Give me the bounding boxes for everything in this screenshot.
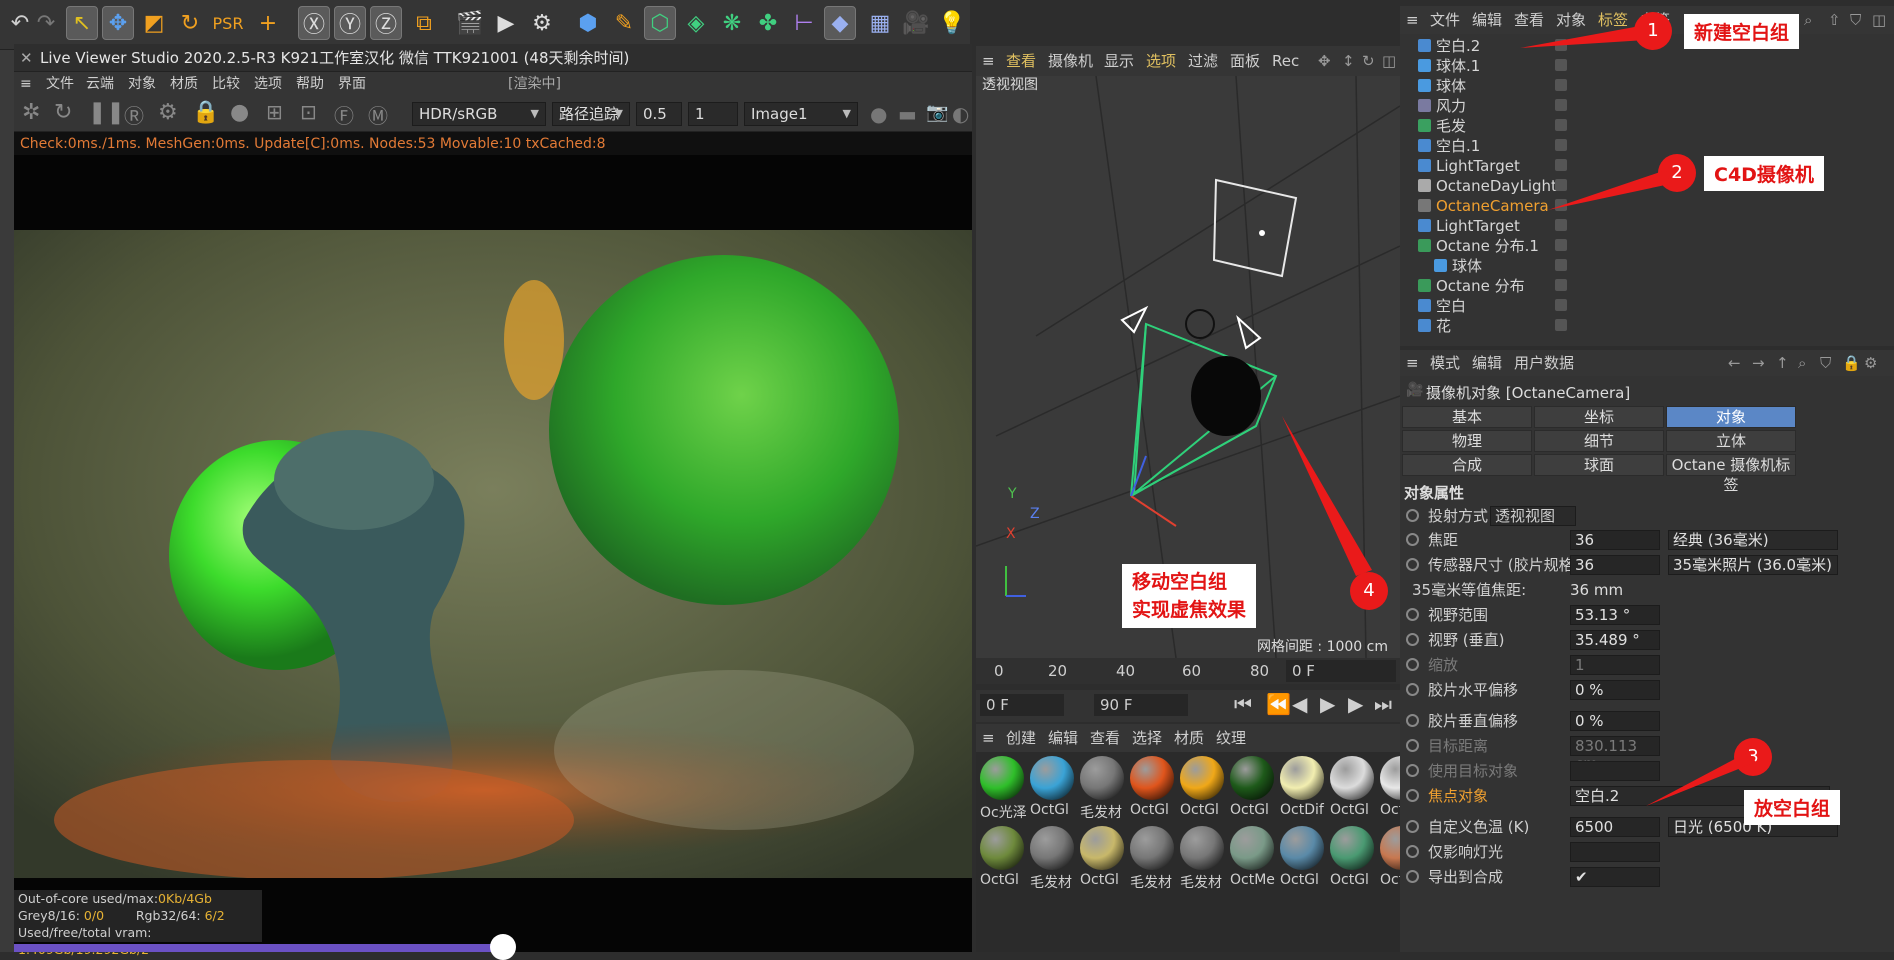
callout-arrows [1282, 26, 1756, 806]
